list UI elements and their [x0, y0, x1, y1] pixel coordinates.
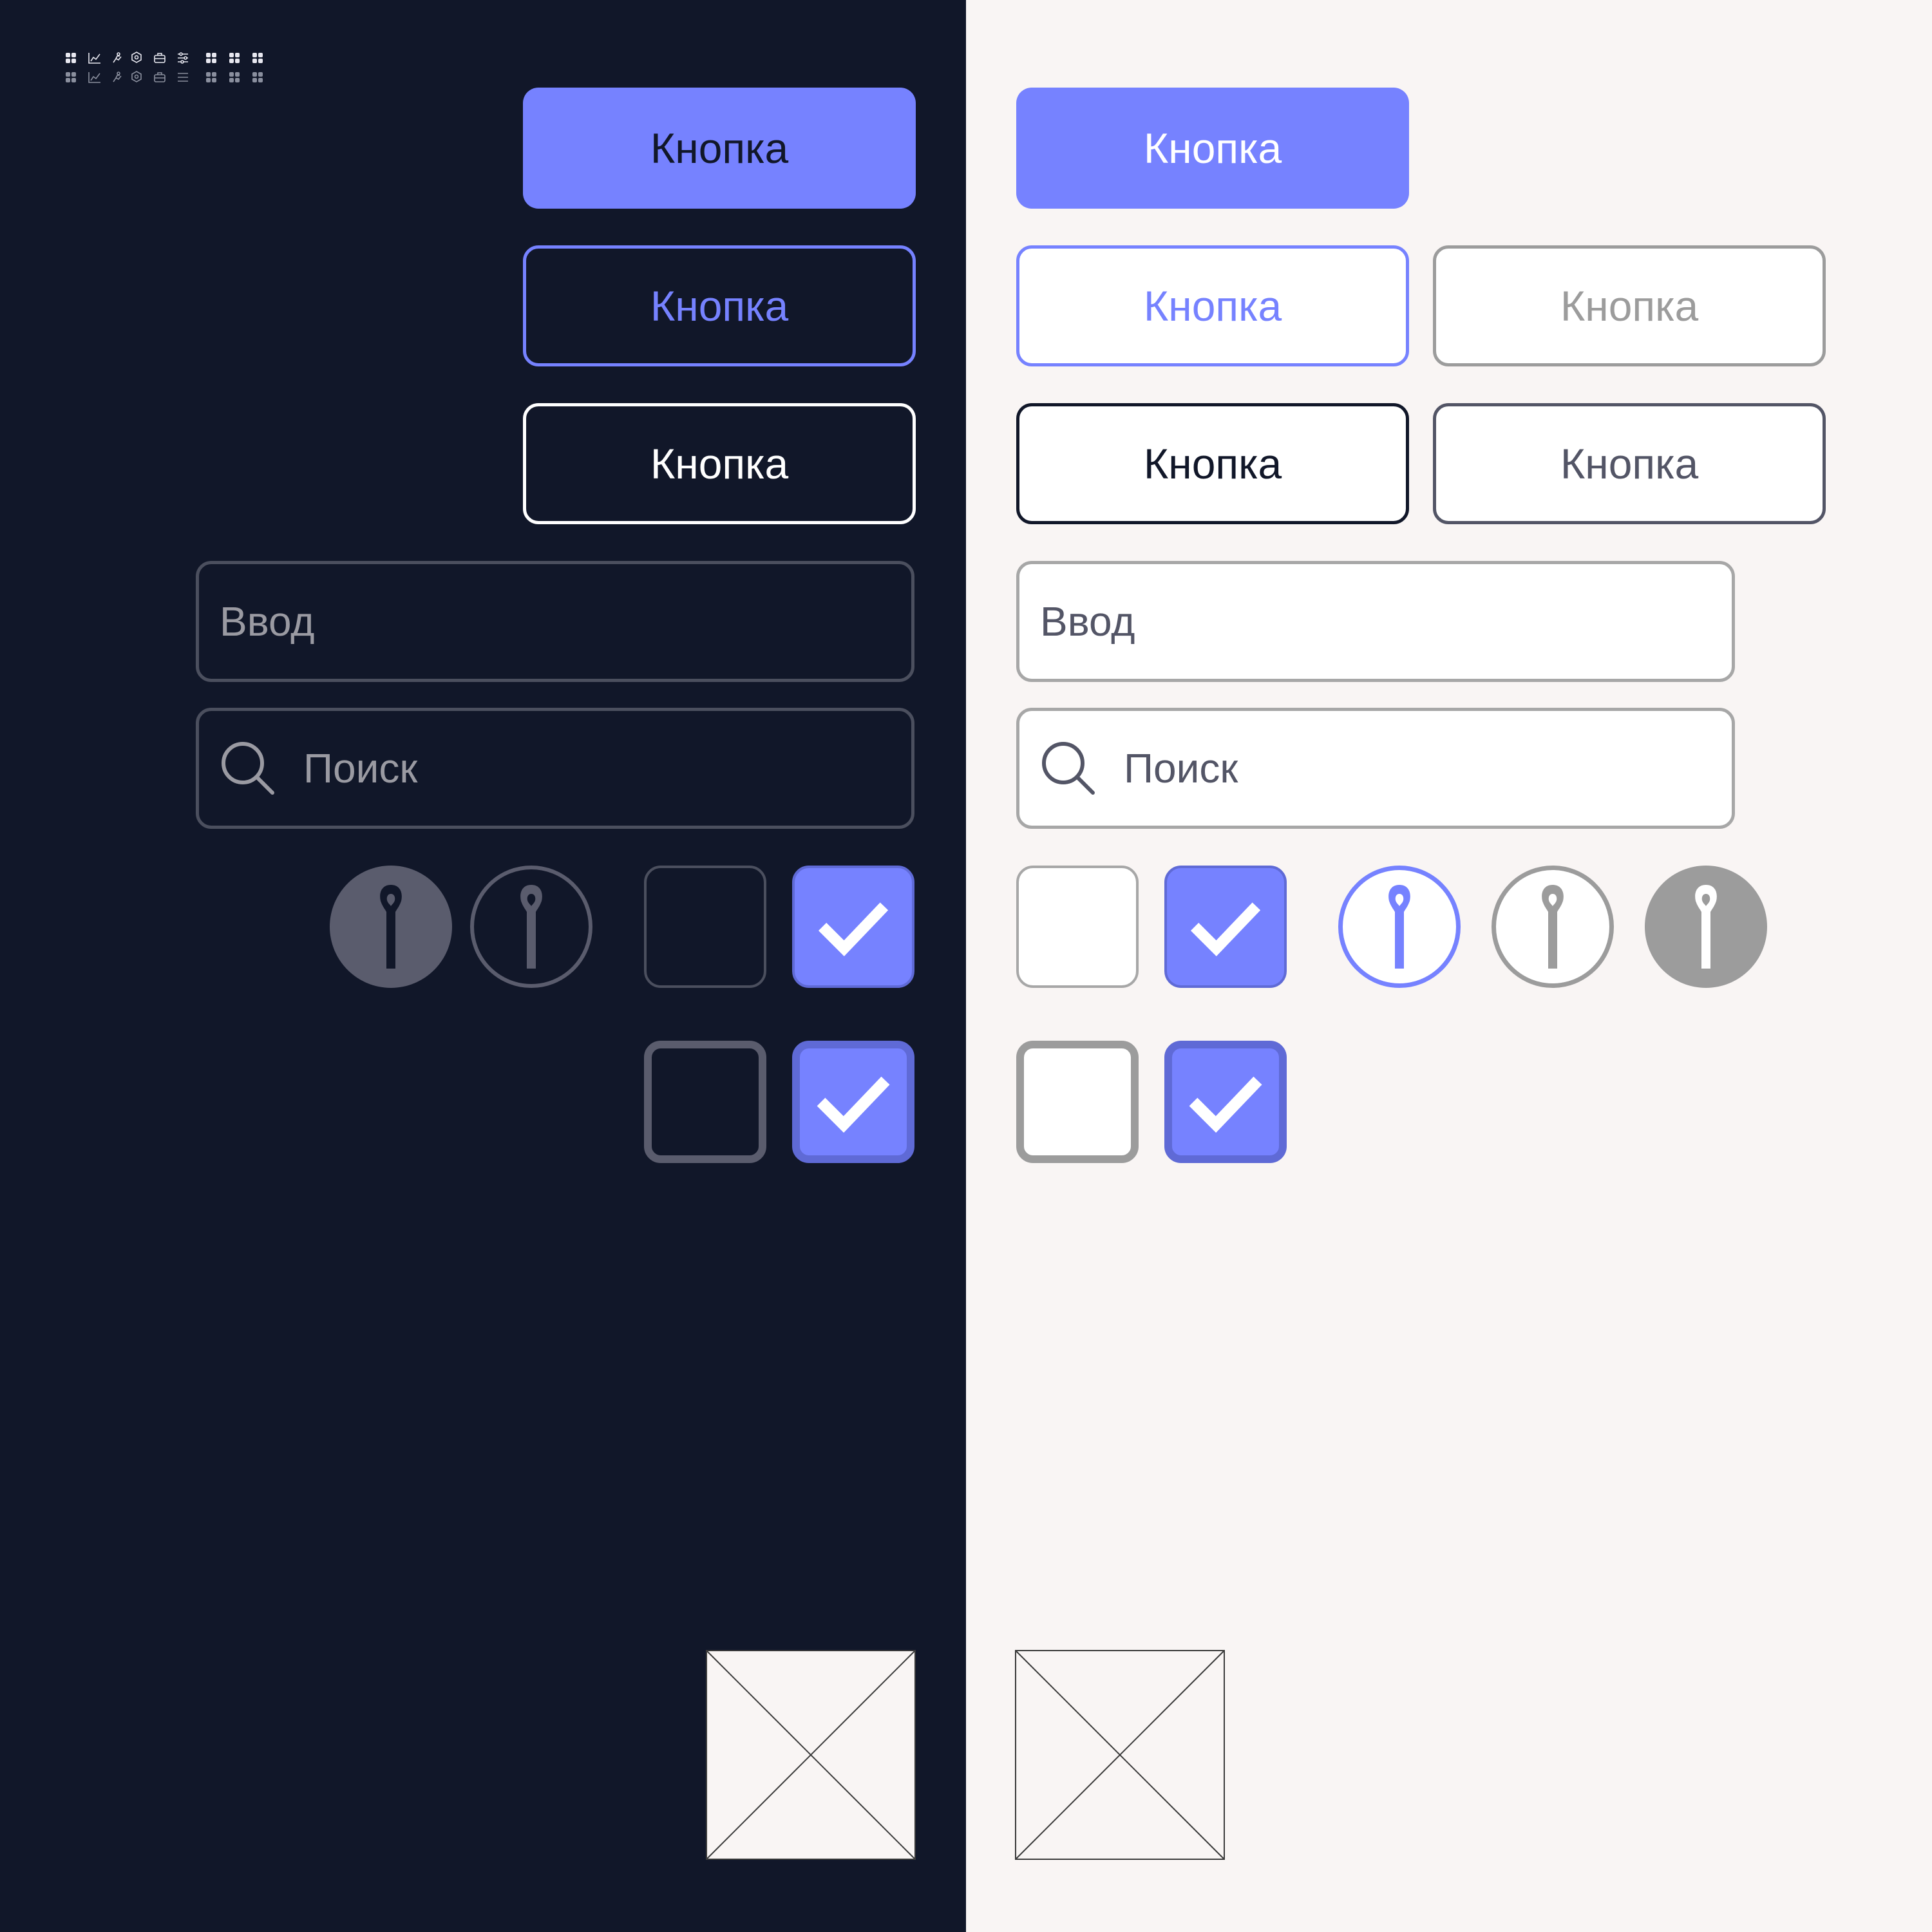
light-outline-accent-button[interactable]: Кнопка — [1016, 245, 1409, 366]
pin-icon — [520, 885, 542, 969]
light-image-placeholder — [1015, 1650, 1225, 1860]
light-search-input[interactable]: Поиск — [1016, 708, 1735, 829]
icon-row — [66, 52, 263, 83]
dark-radio-outline[interactable] — [470, 866, 592, 988]
dark-checkbox-checked[interactable] — [792, 866, 914, 988]
sliders-icon — [178, 73, 188, 82]
light-primary-button[interactable]: Кнопка — [1016, 88, 1409, 209]
pin-icon — [380, 885, 402, 969]
top-icon-strip — [64, 50, 270, 86]
dark-checkbox-unchecked[interactable] — [644, 866, 766, 988]
pin-icon — [1542, 885, 1564, 969]
chart-icon — [88, 72, 100, 83]
grid-icon — [252, 72, 263, 82]
search-icon — [222, 742, 274, 795]
light-checkbox-checked[interactable] — [1164, 866, 1287, 988]
grid-icon — [206, 72, 216, 82]
grid-icon — [229, 72, 240, 82]
dark-outline-accent-button[interactable]: Кнопка — [523, 245, 916, 366]
checkmark-icon — [817, 1076, 890, 1133]
briefcase-icon — [154, 53, 166, 63]
dark-primary-button[interactable]: Кнопка — [523, 88, 916, 209]
dark-search-input[interactable]: Поиск — [196, 708, 914, 829]
light-outline-slate-button[interactable]: Кнопка — [1433, 403, 1826, 524]
light-input-placeholder: Ввод — [1040, 598, 1135, 645]
dark-search-placeholder: Поиск — [303, 745, 418, 791]
grid-icon — [66, 72, 76, 82]
checkmark-icon — [819, 902, 889, 956]
dark-image-placeholder — [706, 1650, 916, 1860]
light-radio-gray-filled[interactable] — [1645, 866, 1767, 988]
sliders-icon — [178, 52, 188, 64]
grid-icon — [66, 53, 76, 63]
run-icon — [113, 52, 122, 63]
light-checkbox-checked-focus[interactable] — [1164, 1041, 1287, 1163]
light-outline-dark-button[interactable]: Кнопка — [1016, 403, 1409, 524]
dark-outline-white-button[interactable]: Кнопка — [523, 403, 916, 524]
hexagon-icon — [131, 71, 142, 82]
hexagon-icon — [131, 52, 142, 63]
grid-icon — [229, 53, 240, 63]
light-text-input[interactable]: Ввод — [1016, 561, 1735, 682]
light-checkbox-unchecked[interactable] — [1016, 866, 1139, 988]
dark-input-placeholder: Ввод — [220, 598, 315, 645]
chart-icon — [88, 53, 100, 64]
pin-icon — [1695, 885, 1717, 969]
grid-icon — [252, 53, 263, 63]
light-checkbox-unchecked-focus[interactable] — [1016, 1041, 1139, 1163]
dark-checkbox-unchecked-focus[interactable] — [644, 1041, 766, 1163]
dark-radio-filled[interactable] — [330, 866, 452, 988]
light-radio-gray-outline[interactable] — [1492, 866, 1614, 988]
run-icon — [113, 71, 122, 82]
light-outline-gray-button[interactable]: Кнопка — [1433, 245, 1826, 366]
checkmark-icon — [1189, 1076, 1262, 1133]
light-search-placeholder: Поиск — [1124, 745, 1238, 791]
light-radio-accent[interactable] — [1338, 866, 1461, 988]
checkmark-icon — [1191, 902, 1261, 956]
search-icon — [1042, 742, 1095, 795]
briefcase-icon — [154, 72, 166, 82]
dark-text-input[interactable]: Ввод — [196, 561, 914, 682]
dark-checkbox-checked-focus[interactable] — [792, 1041, 914, 1163]
pin-icon — [1388, 885, 1410, 969]
grid-icon — [206, 53, 216, 63]
